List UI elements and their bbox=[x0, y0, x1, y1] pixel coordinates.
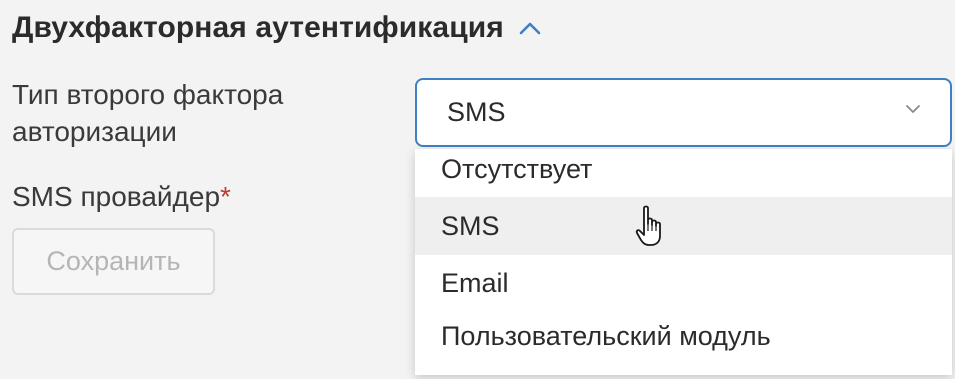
auth-type-label: Тип второго фактора авторизации bbox=[12, 79, 284, 147]
required-marker: * bbox=[220, 181, 231, 212]
option-none[interactable]: Отсутствует bbox=[415, 141, 952, 197]
auth-type-select[interactable]: SMS bbox=[415, 78, 952, 147]
chevron-down-icon bbox=[904, 102, 922, 120]
sms-provider-label: SMS провайдер* bbox=[12, 178, 231, 215]
sms-provider-label-text: SMS провайдер bbox=[12, 181, 221, 212]
option-custom-module[interactable]: Пользовательский модуль bbox=[415, 309, 952, 363]
section-header: Двухфакторная аутентификация bbox=[12, 8, 542, 48]
auth-type-select-value: SMS bbox=[447, 97, 506, 127]
hand-pointer-icon bbox=[634, 204, 668, 248]
auth-type-dropdown-menu: Отсутствует SMS Email Пользовательский м… bbox=[415, 149, 952, 375]
save-button[interactable]: Сохранить bbox=[12, 228, 215, 295]
two-factor-auth-panel: Двухфакторная аутентификация Тип второго… bbox=[0, 0, 955, 379]
section-title: Двухфакторная аутентификация bbox=[12, 11, 504, 44]
option-email[interactable]: Email bbox=[415, 255, 952, 311]
option-sms[interactable]: SMS bbox=[415, 197, 952, 255]
chevron-up-icon[interactable] bbox=[518, 16, 542, 40]
